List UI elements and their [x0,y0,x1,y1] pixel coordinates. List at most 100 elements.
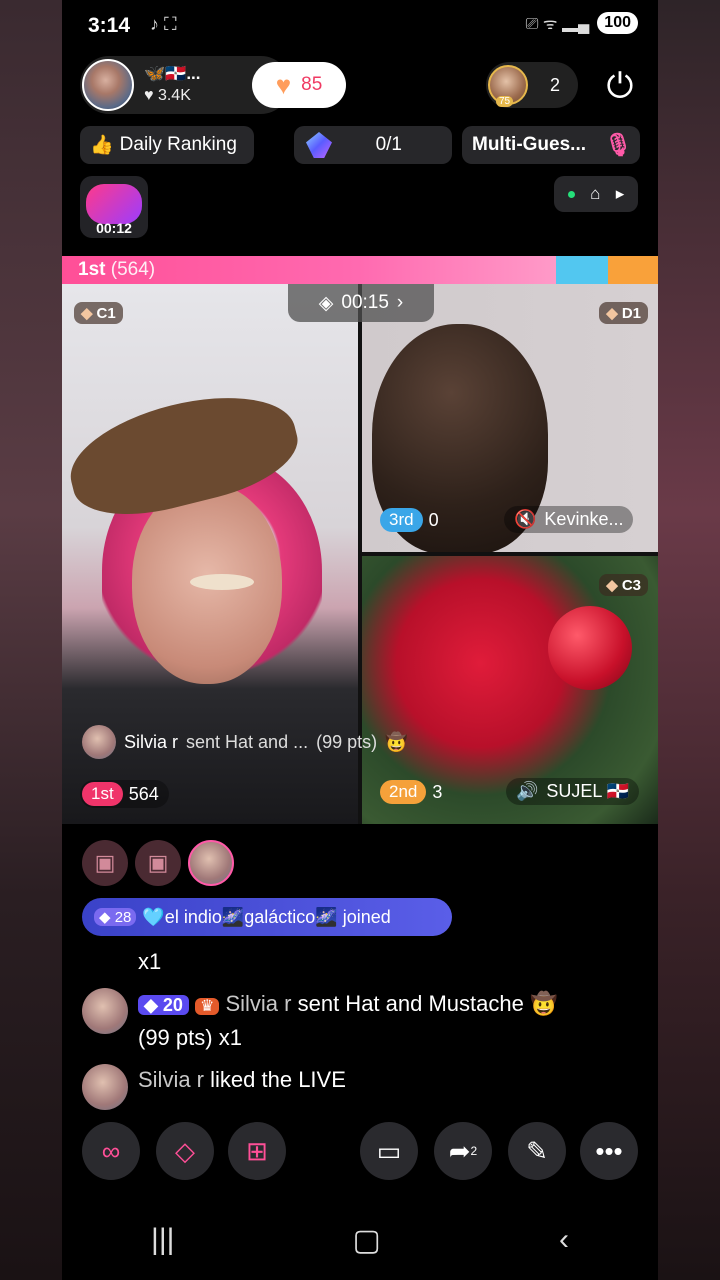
system-icons: ⎚ ᯤ ▂▄ 100 [526,12,638,34]
tile-tag-label: C3 [621,576,641,594]
comment-icon: ▭ [376,1135,402,1166]
rank-score: 0 [428,509,439,530]
like-counter-button[interactable]: ♥ 85 [252,62,346,108]
viewers-pill[interactable]: 75 2 [486,62,578,108]
tile-rank-c3: 2nd 3 [380,780,442,804]
host-info: 🦋🇩🇴... ♥ 3.4K [144,63,201,107]
comment-text: sent Hat and Mustache 🤠 [297,991,558,1016]
battle-bar-label: 1st (564) [78,259,155,281]
commenter-avatar[interactable] [82,988,128,1034]
live-stream-screen: 3:14 ♪ ⛶ ⎚ ᯤ ▂▄ 100 🦋🇩🇴... ♥ 3.4K ♥ 85 7… [62,0,658,1280]
level-badge: ◆ 20 [138,995,189,1015]
empty-seat-2[interactable]: ▣ [135,840,181,886]
hat-gift-icon: 🤠 [385,731,408,752]
multi-guest-chip[interactable]: Multi-Gues... 🎙 [462,126,640,164]
host-likes: ♥ 3.4K [144,87,191,104]
share-count: 2 [470,1144,478,1158]
gem-progress-chip[interactable]: 0/1 [294,126,452,164]
gift-button[interactable]: ◇ [156,1122,214,1180]
tile-tag-c3: ◆ C3 [599,574,648,596]
more-icon: ••• [595,1135,623,1166]
back-icon[interactable]: ‹ [559,1223,569,1257]
chevron-right-icon: › [396,292,404,313]
share-button[interactable]: ➦ 2 [434,1122,492,1180]
battle-timer-button[interactable]: ◈ 00:15 › [288,284,434,322]
game-widget[interactable]: 00:12 [80,176,148,238]
game-timer: 00:12 [96,220,132,236]
power-icon[interactable]: ⏻ [600,66,640,106]
room-nav-chip[interactable]: ⌂ ▸ [554,176,638,212]
comment-body: Silvia r liked the LIVE [138,1064,346,1110]
guest-name: SUJEL 🇩🇴 [546,781,630,801]
muted-speaker-icon: 🔇 [514,509,537,529]
guest-name: Kevinke... [544,509,624,529]
tile-tag-d1: ◆ D1 [599,302,648,324]
seated-guest-avatar[interactable] [188,840,234,886]
magic-wand-icon: ✎ [526,1135,548,1166]
commenter-name[interactable]: Silvia r [225,991,291,1016]
link-icon: ∞ [101,1135,121,1166]
guest-name-d1[interactable]: 🔇 Kevinke... [504,506,634,533]
joined-text: 🩵el indio🌌galáctico🌌 joined [142,906,391,927]
viewer-count: 2 [550,74,561,95]
guest-tile-d1[interactable]: ◆ D1 3rd 0 🔇 Kevinke... [362,284,658,552]
microphone-icon: 🎙 [604,132,632,157]
empty-seat-1[interactable]: ▣ [82,840,128,886]
battery-indicator: 100 [597,12,638,34]
apps-icon: ⊞ [246,1135,268,1166]
commenter-name[interactable]: Silvia r [138,1067,204,1092]
host-avatar[interactable] [82,59,134,111]
battle-rank: 1st [78,259,106,280]
guest-name-c3[interactable]: 🔊 SUJEL 🇩🇴 [506,778,640,805]
notification-icons: ♪ ⛶ [150,14,177,34]
commenter-avatar[interactable] [82,1064,128,1110]
diamond-icon: ◆ [606,305,618,322]
diamond-icon: ◆ [606,577,618,594]
sender-avatar [82,725,116,759]
link-button[interactable]: ∞ [82,1122,140,1180]
gift-points: (99 pts) [316,731,378,752]
tile-tag-label: D1 [621,304,641,322]
online-dot-icon [567,190,575,198]
comment-button[interactable]: ▭ [360,1122,418,1180]
effects-button[interactable]: ✎ [508,1122,566,1180]
speaker-icon: 🔊 [516,781,539,801]
mustache-effect [190,574,254,590]
rank-badge: 3rd [380,508,423,532]
rank-badge: 2nd [380,780,427,804]
cast-wifi-signal-icon: ⎚ ᯤ ▂▄ [525,16,590,33]
tile-rank-c1: 1st 564 [80,780,169,808]
viewer-avatar[interactable]: 75 [488,65,528,107]
chevron-right-icon: ▸ [615,184,625,203]
apps-button[interactable]: ⊞ [228,1122,286,1180]
comment-item: Silvia r liked the LIVE [82,1064,346,1110]
tile-tag-c1: ◆ C1 [74,302,123,324]
level-value: 20 [162,995,183,1015]
daily-ranking-label: Daily Ranking [119,134,237,155]
daily-ranking-chip[interactable]: 👍 Daily Ranking [80,126,254,164]
gift-text: sent Hat and ... [186,731,309,752]
host-name: 🦋🇩🇴... [144,64,201,83]
heart-icon: ♥ [275,69,292,100]
more-button[interactable]: ••• [580,1122,638,1180]
gift-overlay: Silvia r sent Hat and ... (99 pts) 🤠 [82,724,408,760]
comment-item: x1 [82,946,161,977]
seat-icon: ▣ [94,850,116,875]
home-icon: ⌂ [590,184,601,203]
home-button-icon[interactable]: ▢ [353,1223,381,1258]
fan-badge-icon: ♛ [195,998,220,1015]
diamond-icon: ◈ [318,292,334,314]
viewer-level-badge: 75 [496,96,514,107]
clock: 3:14 [88,14,131,37]
gem-progress: 0/1 [375,134,402,155]
battle-score-bar: 1st (564) [62,256,658,284]
gift-icon: ◇ [175,1135,195,1166]
recent-apps-icon[interactable]: ||| [151,1223,174,1257]
comment-body: ◆ 20 ♛ Silvia r sent Hat and Mustache 🤠 … [138,988,557,1053]
like-count: 85 [301,74,323,95]
thumb-icon: 👍 [90,135,114,156]
share-icon: ➦ [448,1135,471,1166]
comment-text: liked the LIVE [210,1067,346,1092]
guest-tile-c3[interactable]: ◆ C3 2nd 3 🔊 SUJEL 🇩🇴 [362,556,658,824]
android-nav-bar: ||| ▢ ‹ [62,1200,658,1280]
